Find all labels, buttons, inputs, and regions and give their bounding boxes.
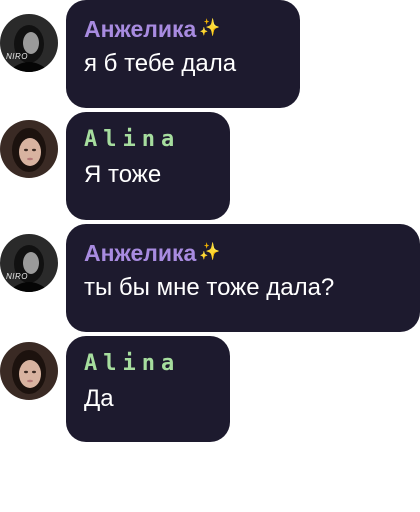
avatar-photo-icon <box>0 342 58 400</box>
message-bubble[interactable]: Alina Я тоже <box>66 112 230 220</box>
sender-name: Alina <box>84 351 181 376</box>
avatar-photo-icon <box>0 14 58 72</box>
message-text: Я тоже <box>84 161 162 188</box>
sparkle-icon: ✨ <box>199 242 221 261</box>
sender-label: Анжелика <box>84 240 197 266</box>
avatar-photo-icon <box>0 234 58 292</box>
message-bubble[interactable]: Анжелика ✨ я б тебе дала <box>66 0 300 108</box>
avatar-photo-icon <box>0 120 58 178</box>
avatar-watermark: NIRO <box>6 52 28 61</box>
message-text: Да <box>84 385 114 412</box>
sender-name: Анжелика ✨ <box>84 238 402 267</box>
message-text: ты бы мне тоже дала? <box>84 274 335 301</box>
message-text: я б тебе дала <box>84 50 237 77</box>
sparkle-icon: ✨ <box>199 18 221 37</box>
sender-label: Анжелика <box>84 16 197 42</box>
avatar[interactable] <box>0 342 58 400</box>
sender-name: Анжелика ✨ <box>84 14 282 43</box>
avatar[interactable]: NIRO <box>0 14 58 72</box>
avatar-watermark: NIRO <box>6 272 28 281</box>
avatar[interactable]: NIRO <box>0 234 58 292</box>
message-bubble[interactable]: Анжелика ✨ ты бы мне тоже дала? <box>66 224 420 332</box>
chat-thread: NIRO Анжелика ✨ я б тебе дала Alina Я тож… <box>0 0 420 512</box>
avatar[interactable] <box>0 120 58 178</box>
sender-name: Alina <box>84 127 181 152</box>
message-bubble[interactable]: Alina Да <box>66 336 230 442</box>
